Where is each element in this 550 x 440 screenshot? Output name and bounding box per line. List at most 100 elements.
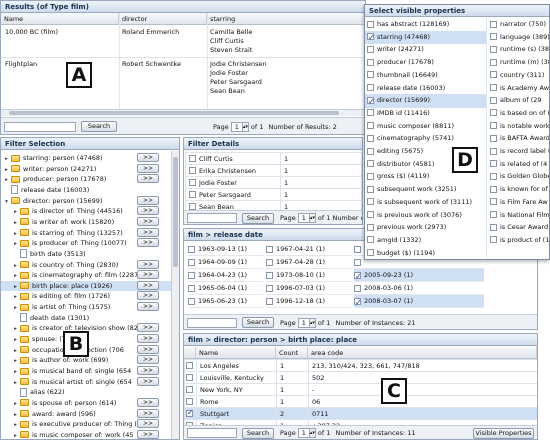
table-row[interactable]: Cliff Curtis 1 — [185, 152, 362, 165]
property-checkbox[interactable] — [367, 236, 374, 244]
property-checkbox[interactable] — [490, 45, 497, 53]
row-checkbox[interactable] — [354, 270, 362, 283]
check-cell[interactable] — [184, 371, 197, 384]
property-checkbox[interactable] — [367, 58, 374, 66]
row-checkbox[interactable] — [189, 179, 196, 186]
page-number-input[interactable]: 1 — [230, 122, 243, 132]
property-option[interactable]: director (15699) — [365, 94, 486, 108]
property-option[interactable]: is known for of — [488, 183, 549, 197]
property-checkbox[interactable] — [490, 109, 497, 117]
check-cell[interactable] — [184, 407, 197, 420]
results-row[interactable]: Flightplan Robert Schwentke Jodie Christ… — [1, 58, 365, 100]
property-option[interactable]: is National Film — [488, 209, 549, 223]
property-checkbox[interactable] — [367, 122, 374, 130]
row-checkbox[interactable] — [186, 362, 193, 369]
property-option[interactable]: release date (16003) — [365, 82, 486, 96]
property-checkbox[interactable] — [490, 58, 497, 66]
row-checkbox[interactable] — [189, 167, 196, 174]
add-filter-button[interactable]: >> — [137, 376, 159, 386]
property-checkbox[interactable] — [367, 71, 374, 79]
add-filter-button[interactable]: >> — [137, 227, 159, 237]
property-option[interactable]: is subsequent work of (3111) — [365, 196, 486, 210]
property-checkbox[interactable] — [490, 223, 497, 231]
property-option[interactable]: is Academy Awa — [488, 82, 549, 96]
property-option[interactable]: is previous work of (3076) — [365, 209, 486, 223]
check-cell[interactable] — [184, 359, 197, 372]
expand-icon[interactable]: ▸ — [12, 292, 19, 302]
expand-icon[interactable]: ▸ — [12, 261, 19, 271]
property-checkbox[interactable] — [367, 211, 374, 218]
row-checkbox[interactable] — [186, 409, 194, 417]
property-checkbox[interactable] — [367, 109, 374, 117]
table-row[interactable]: Peter Sarsgaard 1 — [185, 188, 362, 201]
property-option[interactable]: IMDB id (11416) — [365, 107, 486, 121]
property-checkbox[interactable] — [490, 185, 497, 193]
row-checkbox[interactable] — [266, 297, 273, 305]
add-filter-button[interactable]: >> — [137, 163, 159, 173]
property-option[interactable]: country (311) — [488, 69, 549, 83]
property-option[interactable]: amgId (1332) — [365, 234, 486, 248]
property-option[interactable]: producer (17678) — [365, 56, 486, 70]
check-cell[interactable] — [184, 383, 197, 396]
tree-item[interactable]: death date (1301) — [1, 313, 171, 323]
add-filter-button[interactable]: >> — [137, 153, 159, 162]
release-date-cell[interactable]: 1996-12-18 (1) — [266, 295, 352, 308]
tree-item[interactable]: ▸ producer: person (17678) >> — [1, 174, 171, 184]
property-checkbox[interactable] — [367, 172, 374, 180]
expand-icon[interactable]: ▸ — [12, 420, 19, 430]
add-filter-button[interactable]: >> — [137, 355, 159, 365]
property-checkbox[interactable] — [490, 20, 497, 28]
property-option[interactable]: writer (24271) — [365, 43, 486, 57]
property-option[interactable]: cinematography (5741) — [365, 132, 486, 146]
release-date-cell[interactable]: 2008-03-06 (1) — [354, 282, 484, 295]
results-hscroll[interactable] — [1, 109, 365, 116]
expand-icon[interactable]: ▸ — [12, 271, 19, 281]
tree-item[interactable]: ▸ is country of: Thing (2830) >> — [1, 259, 171, 271]
property-option[interactable]: is Film Fare Aw — [488, 196, 549, 210]
property-checkbox[interactable] — [490, 211, 497, 218]
page-number-input[interactable]: 1 — [297, 428, 310, 438]
expand-icon[interactable]: ▸ — [12, 378, 19, 388]
row-checkbox[interactable] — [354, 258, 361, 266]
property-checkbox[interactable] — [490, 84, 497, 91]
property-option[interactable]: is record label ( — [488, 145, 549, 159]
row-checkbox[interactable] — [354, 284, 361, 292]
tree-item[interactable]: ▸ award: award (596) >> — [1, 408, 171, 419]
row-checkbox[interactable] — [186, 398, 193, 405]
results-search-input[interactable] — [4, 122, 76, 132]
property-option[interactable]: is product of (1 — [488, 234, 549, 248]
tree-item[interactable]: ▸ is musical artist of: single (654 >> — [1, 376, 171, 388]
filter-tree-scrollbar[interactable] — [171, 151, 179, 439]
results-row[interactable]: 10,000 BC (film) Roland Emmerich Camilla… — [1, 26, 365, 58]
check-cell[interactable] — [184, 395, 197, 408]
add-filter-button[interactable]: >> — [137, 291, 159, 301]
table-row[interactable]: Jodie Foster 1 — [185, 176, 362, 189]
property-checkbox[interactable] — [367, 134, 374, 142]
row-checkbox[interactable] — [354, 296, 362, 309]
add-filter-button[interactable]: >> — [137, 259, 159, 269]
row-checkbox[interactable] — [354, 245, 361, 253]
tree-item[interactable]: ▸ is cinematography of: film (2287 >> — [1, 270, 171, 280]
expand-icon[interactable]: ▸ — [3, 154, 10, 164]
add-filter-button[interactable]: >> — [137, 408, 159, 418]
page-spinner[interactable]: ▴▾ — [309, 213, 316, 223]
tree-item[interactable]: ▾ director: person (15699) >> — [1, 195, 171, 206]
add-filter-button[interactable]: >> — [137, 206, 159, 216]
release-date-cell[interactable]: 1967-04-21 (1) — [266, 243, 352, 256]
birth-place-search-input[interactable] — [187, 428, 237, 438]
release-date-cell[interactable]: 1967-04-28 (1) — [266, 256, 352, 269]
row-checkbox[interactable] — [186, 374, 193, 381]
property-option[interactable]: runtime (m) (38 — [488, 56, 549, 70]
col-name[interactable]: Name — [196, 347, 276, 358]
property-checkbox[interactable] — [367, 31, 375, 44]
add-filter-button[interactable]: >> — [137, 429, 159, 439]
table-row[interactable]: Louisville, Kentucky 1 502 — [184, 371, 537, 384]
row-checkbox[interactable] — [186, 386, 193, 393]
col-director[interactable]: director — [119, 13, 207, 24]
property-checkbox[interactable] — [367, 249, 374, 257]
add-filter-button[interactable]: >> — [137, 334, 159, 344]
add-filter-button[interactable]: >> — [137, 238, 159, 248]
tree-item[interactable]: ▸ starring: person (47468) >> — [1, 153, 171, 163]
property-option[interactable]: is related of (4 — [488, 158, 549, 172]
table-row[interactable]: New York, NY 1- — [184, 383, 537, 396]
